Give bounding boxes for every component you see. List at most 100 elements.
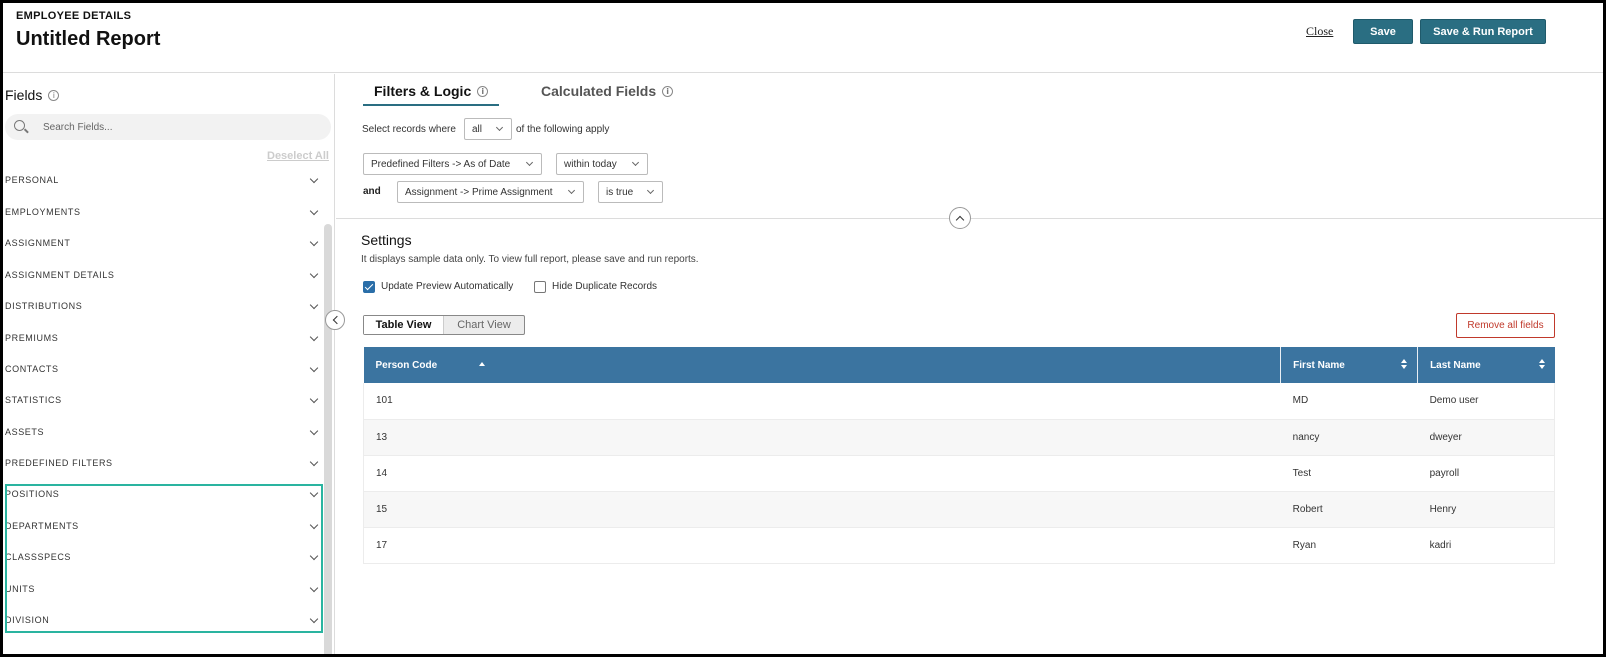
- update-preview-checkbox[interactable]: [363, 281, 375, 293]
- column-header-label: Last Name: [1430, 359, 1481, 371]
- fields-sidebar: Fields i Deselect All PERSONAL EMPLOYMEN…: [3, 74, 335, 654]
- app-frame: EMPLOYEE DETAILS Untitled Report Close S…: [0, 0, 1606, 657]
- chevron-down-icon: [309, 426, 319, 436]
- search-icon: [14, 120, 25, 131]
- chevron-down-icon: [309, 488, 319, 498]
- cell-first-name: Robert: [1280, 491, 1418, 528]
- filter-prefix-text: Select records where: [362, 124, 456, 135]
- chevron-down-icon: [309, 614, 319, 624]
- save-and-run-button[interactable]: Save & Run Report: [1420, 19, 1546, 44]
- field-category-assignment-details[interactable]: ASSIGNMENT DETAILS: [3, 264, 323, 288]
- sidebar-scrollbar[interactable]: [324, 224, 332, 654]
- column-header-person-code[interactable]: Person Code: [363, 347, 1282, 383]
- field-category-label: CONTACTS: [5, 364, 59, 374]
- cell-last-name: payroll: [1417, 455, 1555, 492]
- table-row: 17 Ryan kadri: [363, 527, 1555, 564]
- field-category-premiums[interactable]: PREMIUMS: [3, 327, 323, 351]
- settings-note: It displays sample data only. To view fu…: [361, 254, 699, 265]
- deselect-all-link[interactable]: Deselect All: [267, 150, 329, 162]
- filter-field-value: Predefined Filters -> As of Date: [371, 158, 511, 170]
- match-select[interactable]: all: [464, 118, 512, 140]
- collapse-sidebar-button[interactable]: [325, 310, 345, 330]
- view-toggle: Table View Chart View: [363, 315, 525, 335]
- chevron-down-icon: [309, 394, 319, 404]
- table-view-button[interactable]: Table View: [364, 316, 444, 334]
- report-main-panel: Filters & Logic i Calculated Fields i Se…: [336, 74, 1603, 654]
- filter-field-select[interactable]: Assignment -> Prime Assignment: [397, 181, 584, 203]
- field-category-classspecs[interactable]: CLASSSPECS: [3, 546, 323, 570]
- filter-operator-select[interactable]: is true: [598, 181, 663, 203]
- tab-filters-logic[interactable]: Filters & Logic i: [374, 83, 489, 99]
- field-category-label: PREMIUMS: [5, 333, 59, 343]
- info-icon[interactable]: i: [48, 89, 60, 101]
- field-category-assignment[interactable]: ASSIGNMENT: [3, 232, 323, 256]
- sort-ascending-icon: [478, 362, 485, 366]
- field-category-contacts[interactable]: CONTACTS: [3, 358, 323, 382]
- field-category-employments[interactable]: EMPLOYMENTS: [3, 201, 323, 225]
- tab-label: Filters & Logic: [374, 83, 472, 99]
- info-icon[interactable]: i: [477, 85, 489, 97]
- chevron-down-icon: [525, 158, 534, 167]
- cell-first-name: nancy: [1280, 419, 1418, 456]
- chevron-down-icon: [646, 186, 655, 195]
- save-button[interactable]: Save: [1353, 19, 1413, 44]
- active-tab-indicator: [363, 104, 499, 106]
- cell-last-name: dweyer: [1417, 419, 1555, 456]
- filter-suffix-text: of the following apply: [516, 124, 610, 135]
- field-category-statistics[interactable]: STATISTICS: [3, 389, 323, 413]
- cell-person-code: 13: [363, 419, 1281, 456]
- fields-title: Fields: [5, 87, 43, 103]
- cell-first-name: Ryan: [1280, 527, 1418, 564]
- remove-all-fields-button[interactable]: Remove all fields: [1456, 313, 1555, 338]
- report-header: EMPLOYEE DETAILS Untitled Report Close S…: [3, 3, 1603, 73]
- report-category: EMPLOYEE DETAILS: [16, 10, 132, 22]
- field-category-assets[interactable]: ASSETS: [3, 421, 323, 445]
- cell-person-code: 15: [363, 491, 1281, 528]
- cell-last-name: Demo user: [1417, 383, 1555, 420]
- chevron-down-icon: [309, 332, 319, 342]
- sort-icon: [1401, 359, 1408, 371]
- chevron-down-icon: [309, 583, 319, 593]
- cell-person-code: 17: [363, 527, 1281, 564]
- field-category-personal[interactable]: PERSONAL: [3, 175, 323, 193]
- filter-field-select[interactable]: Predefined Filters -> As of Date: [363, 153, 542, 175]
- chevron-left-icon: [332, 315, 341, 325]
- field-category-label: ASSIGNMENT DETAILS: [5, 270, 115, 280]
- search-field[interactable]: [5, 114, 331, 140]
- tab-calculated-fields[interactable]: Calculated Fields i: [541, 83, 674, 99]
- filter-operator-value: is true: [606, 186, 634, 198]
- field-category-distributions[interactable]: DISTRIBUTIONS: [3, 295, 323, 319]
- hide-duplicates-checkbox[interactable]: [534, 281, 546, 293]
- column-header-last-name[interactable]: Last Name: [1417, 347, 1555, 383]
- cell-person-code: 101: [363, 383, 1281, 420]
- field-category-label: CLASSSPECS: [5, 552, 72, 562]
- filter-operator-select[interactable]: within today: [556, 153, 648, 175]
- table-row: 14 Test payroll: [363, 455, 1555, 492]
- search-input[interactable]: [43, 119, 323, 135]
- field-category-units[interactable]: UNITS: [3, 578, 323, 602]
- field-category-division[interactable]: DIVISION: [3, 609, 323, 633]
- field-category-label: PREDEFINED FILTERS: [5, 458, 113, 468]
- field-category-positions[interactable]: POSITIONS: [3, 483, 323, 507]
- field-category-departments[interactable]: DEPARTMENTS: [3, 515, 323, 539]
- chevron-down-icon: [309, 300, 319, 310]
- column-header-first-name[interactable]: First Name: [1280, 347, 1419, 383]
- chevron-down-icon: [309, 175, 319, 184]
- chevron-down-icon: [309, 206, 319, 216]
- field-category-list: PERSONAL EMPLOYMENTS ASSIGNMENT ASSIGNME…: [3, 175, 323, 654]
- field-category-label: PERSONAL: [5, 175, 59, 185]
- collapse-filters-button[interactable]: [949, 207, 971, 229]
- field-category-label: ASSIGNMENT: [5, 238, 71, 248]
- close-link[interactable]: Close: [1306, 24, 1333, 39]
- field-category-predefined-filters[interactable]: PREDEFINED FILTERS: [3, 452, 323, 476]
- hide-duplicates-label: Hide Duplicate Records: [552, 281, 658, 292]
- cell-last-name: kadri: [1417, 527, 1555, 564]
- chart-view-button[interactable]: Chart View: [444, 316, 524, 334]
- sort-icon: [1538, 359, 1545, 371]
- chevron-up-icon: [955, 215, 965, 225]
- info-icon[interactable]: i: [662, 85, 674, 97]
- column-header-label: Person Code: [375, 359, 438, 371]
- table-row: 15 Robert Henry: [363, 491, 1555, 528]
- field-category-label: STATISTICS: [5, 395, 62, 405]
- field-category-label: EMPLOYMENTS: [5, 207, 81, 217]
